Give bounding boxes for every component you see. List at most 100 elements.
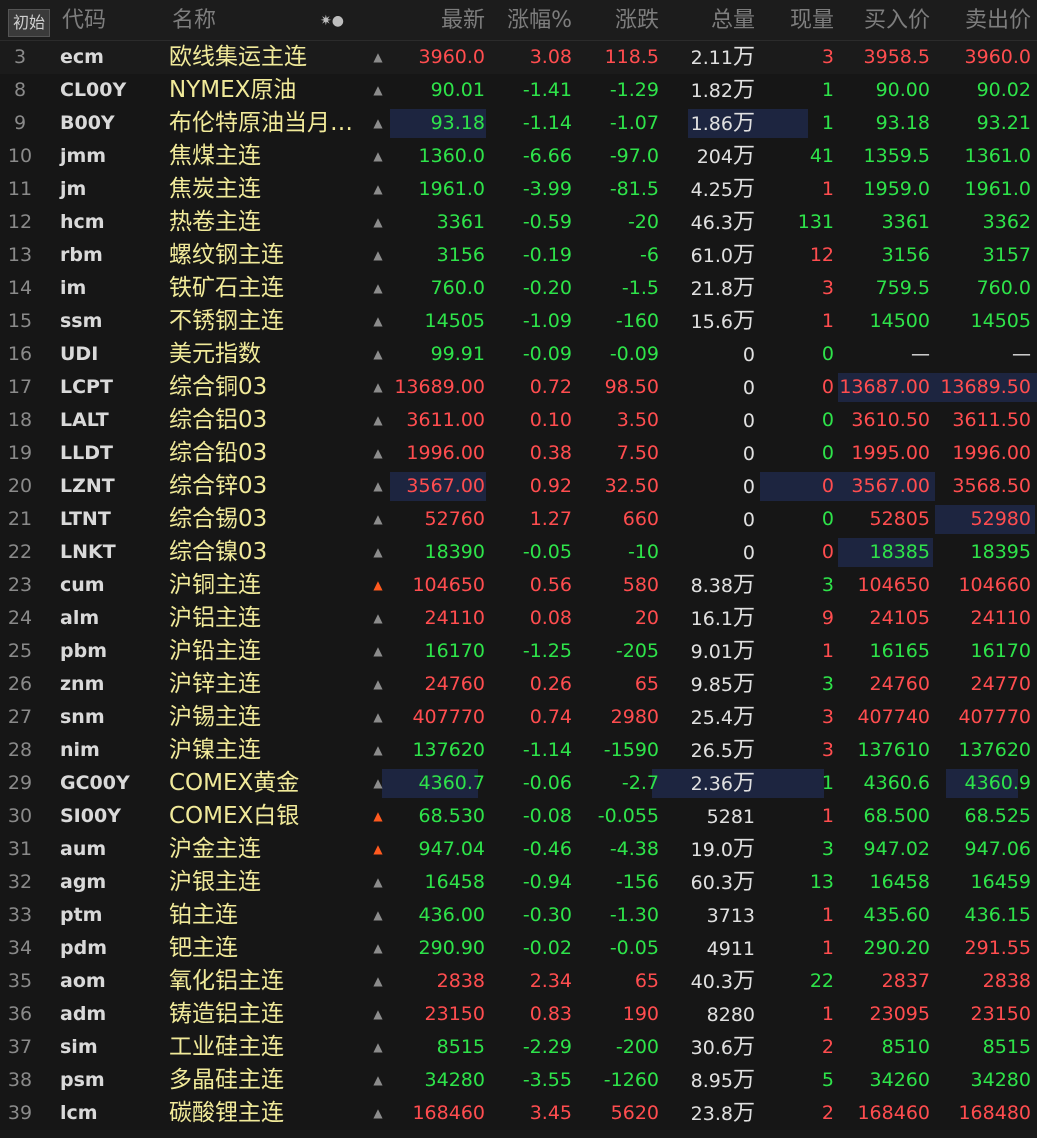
symbol-name[interactable]: 布伦特原油当月… — [169, 107, 359, 140]
quote-row-im[interactable]: 14 im 铁矿石主连 ▲ 760.0 -0.20 -1.5 21.8万 3 759.5 760.0 — [0, 272, 1037, 305]
header-bid[interactable]: 买入价 — [864, 0, 930, 40]
alert-bell-icon[interactable]: ▲ — [368, 833, 388, 866]
quote-row-hcm[interactable]: 12 hcm 热卷主连 ▲ 3361 -0.59 -20 46.3万 131 3361 3362 — [0, 206, 1037, 239]
quote-row-pbm[interactable]: 25 pbm 沪铅主连 ▲ 16170 -1.25 -205 9.01万 1 16165 16170 — [0, 635, 1037, 668]
symbol-code[interactable]: pbm — [60, 635, 107, 668]
symbol-code[interactable]: jm — [60, 173, 86, 206]
symbol-code[interactable]: pdm — [60, 932, 107, 965]
alert-bell-icon[interactable]: ▲ — [368, 1031, 388, 1064]
symbol-name[interactable]: 螺纹钢主连 — [169, 239, 359, 272]
alert-bell-icon[interactable]: ▲ — [368, 602, 388, 635]
symbol-code[interactable]: aum — [60, 833, 106, 866]
quote-row-LALT[interactable]: 18 LALT 综合铝03 ▲ 3611.00 0.10 3.50 0 0 3610.50 3611… — [0, 404, 1037, 437]
symbol-name[interactable]: 欧线集运主连 — [169, 41, 359, 74]
symbol-name[interactable]: 沪金主连 — [169, 833, 359, 866]
alert-bell-icon[interactable]: ▲ — [368, 767, 388, 800]
quote-row-B00Y[interactable]: 9 B00Y 布伦特原油当月… ▲ 93.18 -1.14 -1.07 1.86万 1 93.18… — [0, 107, 1037, 140]
symbol-name[interactable]: COMEX白银 — [169, 800, 359, 833]
quote-row-LCPT[interactable]: 17 LCPT 综合铜03 ▲ 13689.00 0.72 98.50 0 0 13687.00 1… — [0, 371, 1037, 404]
header-current-volume[interactable]: 现量 — [790, 0, 834, 40]
symbol-code[interactable]: hcm — [60, 206, 105, 239]
header-change[interactable]: 涨跌 — [615, 0, 659, 40]
symbol-name[interactable]: 综合铜03 — [169, 371, 359, 404]
quote-row-nim[interactable]: 28 nim 沪镍主连 ▲ 137620 -1.14 -1590 26.5万 3 137610 13… — [0, 734, 1037, 767]
quote-row-jmm[interactable]: 10 jmm 焦煤主连 ▲ 1360.0 -6.66 -97.0 204万 41 1359.5 13… — [0, 140, 1037, 173]
symbol-name[interactable]: 沪锌主连 — [169, 668, 359, 701]
symbol-name[interactable]: 沪锡主连 — [169, 701, 359, 734]
header-name[interactable]: 名称 — [172, 0, 216, 40]
alert-bell-icon[interactable]: ▲ — [368, 635, 388, 668]
symbol-name[interactable]: 不锈钢主连 — [169, 305, 359, 338]
symbol-code[interactable]: lcm — [60, 1097, 98, 1130]
quote-row-GC00Y[interactable]: 29 GC00Y COMEX黄金 ▲ 4360.7 -0.06 -2.7 2.36万 1 4360… — [0, 767, 1037, 800]
quote-row-ecm[interactable]: 3 ecm 欧线集运主连 ▲ 3960.0 3.08 118.5 2.11万 3 3958.5 39… — [0, 41, 1037, 75]
symbol-code[interactable]: UDI — [60, 338, 98, 371]
alert-bell-icon[interactable]: ▲ — [368, 1097, 388, 1130]
alert-bell-icon[interactable]: ▲ — [368, 536, 388, 569]
quote-row-rbm[interactable]: 13 rbm 螺纹钢主连 ▲ 3156 -0.19 -6 61.0万 12 3156 3157 — [0, 239, 1037, 272]
alert-bell-icon[interactable]: ▲ — [368, 74, 388, 107]
alert-bell-icon[interactable]: ▲ — [368, 866, 388, 899]
quote-row-LLDT[interactable]: 19 LLDT 综合铅03 ▲ 1996.00 0.38 7.50 0 0 1995.00 1996… — [0, 437, 1037, 470]
symbol-code[interactable]: GC00Y — [60, 767, 130, 800]
alert-bell-icon[interactable]: ▲ — [368, 41, 388, 74]
alert-bell-icon[interactable]: ▲ — [368, 668, 388, 701]
header-ask[interactable]: 卖出价 — [965, 0, 1031, 40]
alert-bell-icon[interactable]: ▲ — [368, 206, 388, 239]
symbol-code[interactable]: LTNT — [60, 503, 111, 536]
symbol-code[interactable]: CL00Y — [60, 74, 126, 107]
symbol-code[interactable]: LZNT — [60, 470, 115, 503]
symbol-name[interactable]: 沪银主连 — [169, 866, 359, 899]
alert-bell-icon[interactable]: ▲ — [368, 173, 388, 206]
symbol-code[interactable]: rbm — [60, 239, 103, 272]
symbol-code[interactable]: znm — [60, 668, 104, 701]
symbol-name[interactable]: 综合镍03 — [169, 536, 359, 569]
symbol-code[interactable]: nim — [60, 734, 100, 767]
header-last[interactable]: 最新 — [441, 0, 485, 40]
symbol-name[interactable]: 沪镍主连 — [169, 734, 359, 767]
symbol-code[interactable]: ssm — [60, 305, 102, 338]
symbol-name[interactable]: 沪铅主连 — [169, 635, 359, 668]
alert-bell-icon[interactable]: ▲ — [368, 503, 388, 536]
symbol-name[interactable]: NYMEX原油 — [169, 74, 359, 107]
symbol-code[interactable]: ptm — [60, 899, 102, 932]
header-pct[interactable]: 涨幅% — [507, 0, 572, 40]
symbol-name[interactable]: 焦炭主连 — [169, 173, 359, 206]
symbol-code[interactable]: aom — [60, 965, 106, 998]
alert-bell-icon[interactable]: ▲ — [368, 338, 388, 371]
alert-bell-icon[interactable]: ▲ — [368, 569, 388, 602]
quote-row-aom[interactable]: 35 aom 氧化铝主连 ▲ 2838 2.34 65 40.3万 22 2837 2838 — [0, 965, 1037, 998]
quote-row-SI00Y[interactable]: 30 SI00Y COMEX白银 ▲ 68.530 -0.08 -0.055 5281 1 68.… — [0, 800, 1037, 833]
symbol-code[interactable]: ecm — [60, 41, 104, 74]
symbol-code[interactable]: alm — [60, 602, 99, 635]
symbol-name[interactable]: 工业硅主连 — [169, 1031, 359, 1064]
symbol-name[interactable]: 多晶硅主连 — [169, 1064, 359, 1097]
symbol-name[interactable]: 铁矿石主连 — [169, 272, 359, 305]
symbol-name[interactable]: 焦煤主连 — [169, 140, 359, 173]
symbol-name[interactable]: 热卷主连 — [169, 206, 359, 239]
symbol-code[interactable]: psm — [60, 1064, 105, 1097]
alert-bell-icon[interactable]: ▲ — [368, 404, 388, 437]
symbol-name[interactable]: COMEX黄金 — [169, 767, 359, 800]
symbol-code[interactable]: agm — [60, 866, 106, 899]
symbol-name[interactable]: 钯主连 — [169, 932, 359, 965]
settings-icon[interactable]: ✷● — [320, 0, 344, 40]
alert-bell-icon[interactable]: ▲ — [368, 965, 388, 998]
symbol-code[interactable]: LLDT — [60, 437, 113, 470]
init-button[interactable]: 初始 — [8, 9, 51, 37]
symbol-code[interactable]: SI00Y — [60, 800, 121, 833]
symbol-name[interactable]: 沪铝主连 — [169, 602, 359, 635]
quote-row-LTNT[interactable]: 21 LTNT 综合锡03 ▲ 52760 1.27 660 0 0 52805 52980 — [0, 503, 1037, 536]
alert-bell-icon[interactable]: ▲ — [368, 932, 388, 965]
symbol-code[interactable]: cum — [60, 569, 105, 602]
alert-bell-icon[interactable]: ▲ — [368, 470, 388, 503]
quote-row-aum[interactable]: 31 aum 沪金主连 ▲ 947.04 -0.46 -4.38 19.0万 3 947.02 94… — [0, 833, 1037, 866]
header-volume[interactable]: 总量 — [711, 0, 755, 40]
quote-row-snm[interactable]: 27 snm 沪锡主连 ▲ 407770 0.74 2980 25.4万 3 407740 4077… — [0, 701, 1037, 734]
symbol-name[interactable]: 综合锌03 — [169, 470, 359, 503]
symbol-name[interactable]: 综合锡03 — [169, 503, 359, 536]
quote-row-LNKT[interactable]: 22 LNKT 综合镍03 ▲ 18390 -0.05 -10 0 0 18385 18395 — [0, 536, 1037, 569]
symbol-code[interactable]: jmm — [60, 140, 106, 173]
symbol-name[interactable]: 沪铜主连 — [169, 569, 359, 602]
symbol-name[interactable]: 氧化铝主连 — [169, 965, 359, 998]
